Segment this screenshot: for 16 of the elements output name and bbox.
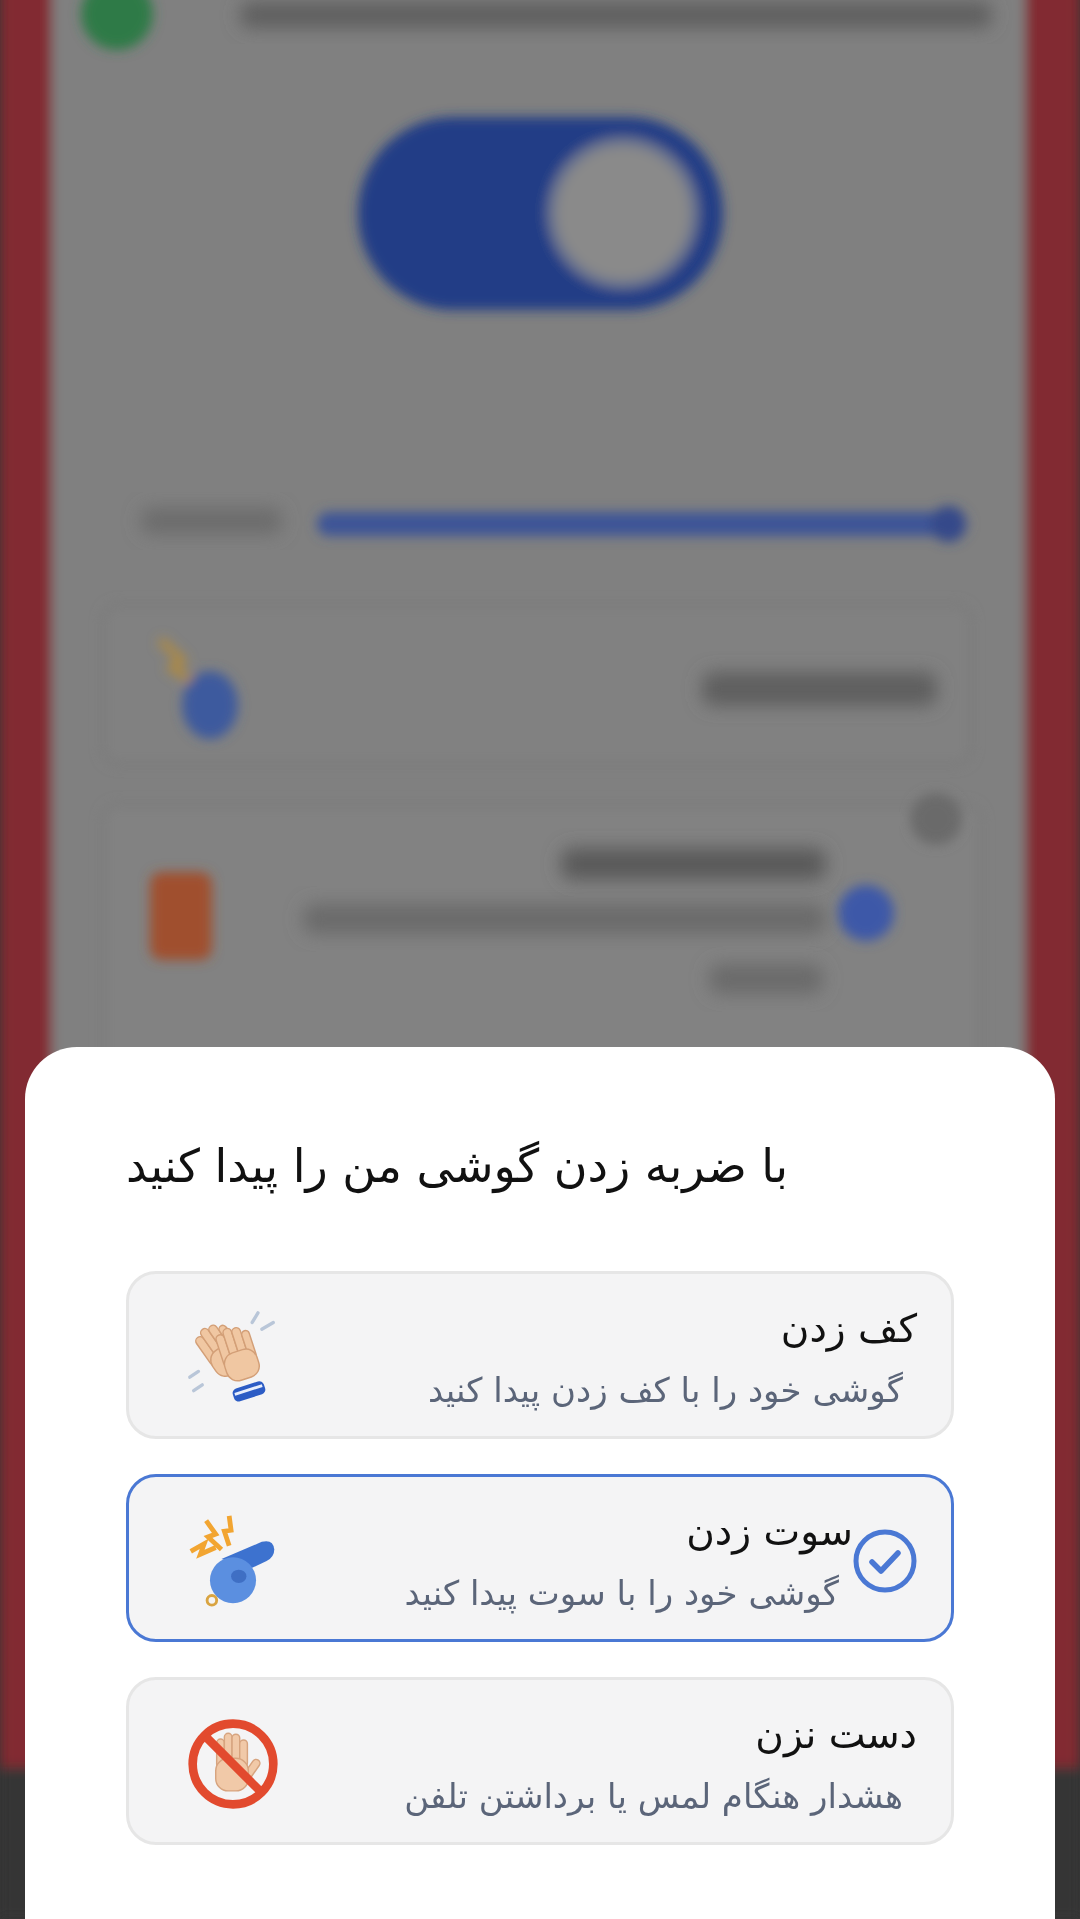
sheet-title: با ضربه زدن گوشی من را پیدا کنید [126, 1139, 790, 1195]
option-description: هشدار هنگام لمس یا برداشتن تلفن [403, 1775, 904, 1818]
option-card[interactable]: دست نزن هشدار هنگام لمس یا برداشتن تلفن [126, 1677, 954, 1846]
option-title: دست نزن [754, 1710, 917, 1760]
blurred-whistle-icon [157, 637, 238, 739]
blurred-round-icon [838, 885, 894, 941]
option-title: کف زدن [779, 1304, 917, 1354]
option-description: گوشی خود را با سوت پیدا کنید [403, 1572, 840, 1615]
option-description: گوشی خود را با کف زدن پیدا کنید [426, 1369, 904, 1412]
check-circle-icon [853, 1529, 917, 1594]
blurred-round-icon [910, 793, 962, 845]
blurred-round-icon [81, 0, 153, 50]
option-title: سوت زدن [685, 1507, 853, 1557]
blurred-icon [150, 872, 212, 960]
option-card[interactable]: سوت زدن گوشی خود را با سوت پیدا کنید [126, 1474, 954, 1643]
option-card[interactable]: کف زدن گوشی خود را با کف زدن پیدا کنید [126, 1271, 954, 1440]
